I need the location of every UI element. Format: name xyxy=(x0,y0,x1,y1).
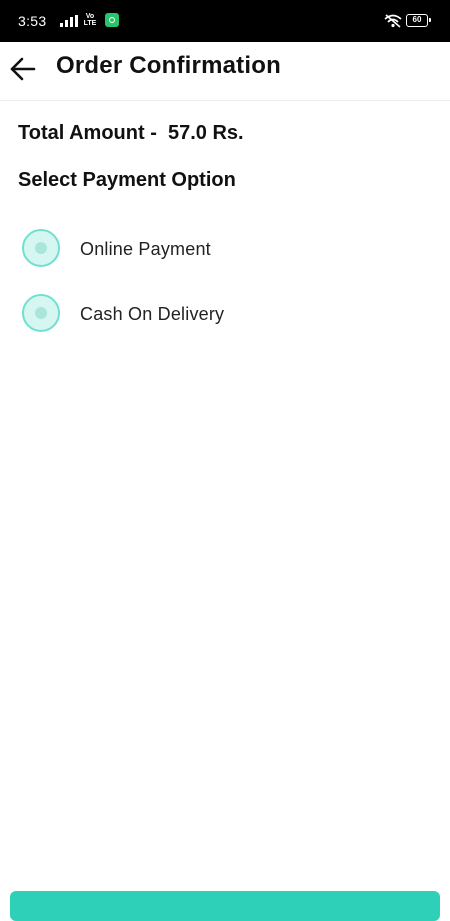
wifi-off-icon xyxy=(384,14,402,28)
signal-bars-icon xyxy=(60,15,78,27)
cash-on-delivery-label: Cash On Delivery xyxy=(80,304,225,324)
status-bar: 3:53 Vo LTE 60 xyxy=(0,0,450,42)
status-time: 3:53 xyxy=(18,13,47,29)
cash-on-delivery-radio[interactable] xyxy=(22,294,60,332)
confirm-order-button[interactable] xyxy=(10,891,440,921)
payment-section-title: Select Payment Option xyxy=(18,169,236,191)
total-amount-value: 57.0 Rs. xyxy=(167,122,244,144)
app-bar: Order Confirmation xyxy=(0,42,450,101)
online-payment-label: Online Payment xyxy=(80,239,211,259)
battery-icon: 60 xyxy=(406,14,431,27)
payment-option-cod[interactable]: Cash On Delivery xyxy=(20,292,430,336)
total-amount: Total Amount - 57.0 Rs. xyxy=(18,122,244,145)
network-type-label: Vo LTE xyxy=(83,13,97,27)
page-title: Order Confirmation xyxy=(56,52,281,79)
app-notification-icon xyxy=(105,13,119,27)
back-arrow-icon[interactable] xyxy=(8,54,38,84)
payment-option-online[interactable]: Online Payment xyxy=(20,227,430,271)
online-payment-radio[interactable] xyxy=(22,229,60,267)
total-amount-label: Total Amount - xyxy=(18,122,157,144)
